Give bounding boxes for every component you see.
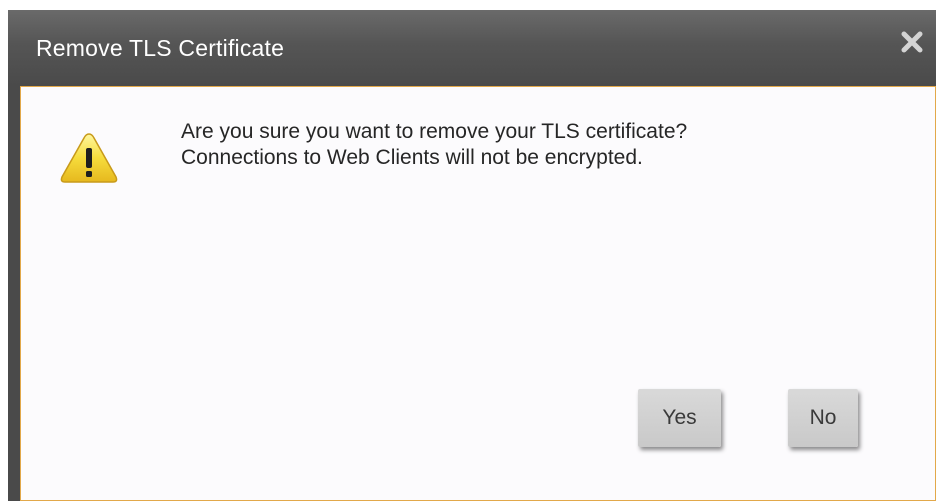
message-line-2: Connections to Web Clients will not be e…: [181, 146, 643, 169]
message-line-1: Are you sure you want to remove your TLS…: [181, 120, 688, 143]
remove-tls-dialog: Remove TLS Certificate Are you sure you …: [8, 10, 936, 501]
close-button[interactable]: [900, 30, 924, 54]
close-icon: [901, 31, 923, 53]
warning-icon: [60, 133, 118, 183]
no-button[interactable]: No: [788, 389, 858, 447]
dialog-message: Are you sure you want to remove your TLS…: [181, 119, 687, 171]
dialog-title: Remove TLS Certificate: [36, 35, 285, 61]
dialog-titlebar[interactable]: Remove TLS Certificate: [8, 10, 936, 86]
yes-button[interactable]: Yes: [638, 389, 721, 447]
dialog-content: Are you sure you want to remove your TLS…: [20, 86, 936, 501]
